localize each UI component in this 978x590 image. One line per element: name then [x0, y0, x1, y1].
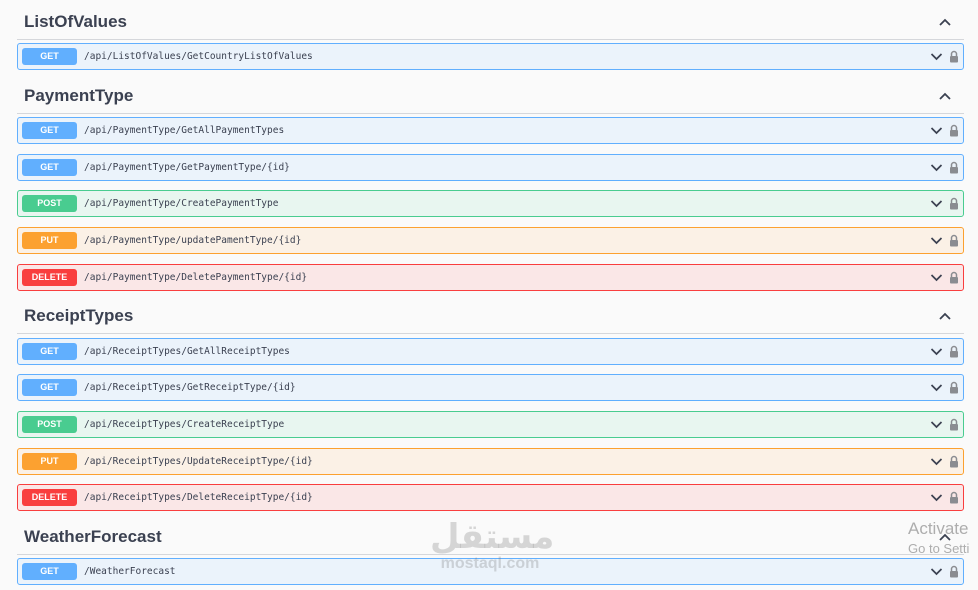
operation-create-receipt-type[interactable]: POST /api/ReceiptTypes/CreateReceiptType: [17, 411, 964, 438]
chevron-down-icon[interactable]: [930, 457, 943, 466]
section-header-paymenttype[interactable]: PaymentType: [17, 78, 964, 114]
operation-icons: [930, 381, 959, 394]
chevron-up-icon[interactable]: [938, 311, 952, 321]
chevron-down-icon[interactable]: [930, 567, 943, 576]
operation-delete-receipt-type[interactable]: DELETE /api/ReceiptTypes/DeleteReceiptTy…: [17, 484, 964, 511]
operation-icons: [930, 491, 959, 504]
operation-icons: [930, 234, 959, 247]
operation-get-all-receipt-types[interactable]: GET /api/ReceiptTypes/GetAllReceiptTypes: [17, 338, 964, 365]
chevron-down-icon[interactable]: [930, 420, 943, 429]
chevron-down-icon[interactable]: [930, 163, 943, 172]
chevron-up-icon[interactable]: [938, 17, 952, 27]
chevron-down-icon[interactable]: [930, 52, 943, 61]
operation-path: /api/ReceiptTypes/GetReceiptType/{id}: [84, 382, 296, 393]
method-badge: POST: [22, 416, 77, 433]
operation-path: /api/PaymentType/DeletePaymentType/{id}: [84, 272, 308, 283]
lock-icon[interactable]: [949, 491, 959, 504]
operation-get-all-payment-types[interactable]: GET /api/PaymentType/GetAllPaymentTypes: [17, 117, 964, 144]
section-title: WeatherForecast: [24, 526, 162, 546]
method-badge: GET: [22, 48, 77, 65]
chevron-down-icon[interactable]: [930, 273, 943, 282]
operation-get-weather-forecast[interactable]: GET /WeatherForecast: [17, 558, 964, 585]
chevron-down-icon[interactable]: [930, 126, 943, 135]
operation-path: /api/ReceiptTypes/DeleteReceiptType/{id}: [84, 492, 313, 503]
method-badge: DELETE: [22, 269, 77, 286]
operation-path: /WeatherForecast: [84, 566, 176, 577]
operation-path: /api/PaymentType/GetPaymentType/{id}: [84, 162, 290, 173]
method-badge: POST: [22, 195, 77, 212]
operation-create-payment-type[interactable]: POST /api/PaymentType/CreatePaymentType: [17, 190, 964, 217]
chevron-down-icon[interactable]: [930, 383, 943, 392]
lock-icon[interactable]: [949, 161, 959, 174]
operation-path: /api/ReceiptTypes/CreateReceiptType: [84, 419, 285, 430]
operation-update-payment-type[interactable]: PUT /api/PaymentType/updatePamentType/{i…: [17, 227, 964, 254]
section-title: ReceiptTypes: [24, 305, 134, 325]
lock-icon[interactable]: [949, 197, 959, 210]
method-badge: GET: [22, 563, 77, 580]
operation-icons: [930, 50, 959, 63]
lock-icon[interactable]: [949, 381, 959, 394]
method-badge: PUT: [22, 232, 77, 249]
chevron-down-icon[interactable]: [930, 199, 943, 208]
operation-path: /api/ListOfValues/GetCountryListOfValues: [84, 51, 313, 62]
operation-icons: [930, 345, 959, 358]
operation-path: /api/ReceiptTypes/UpdateReceiptType/{id}: [84, 456, 313, 467]
lock-icon[interactable]: [949, 271, 959, 284]
section-paymenttype: PaymentType GET /api/PaymentType/GetAllP…: [17, 78, 964, 291]
section-header-weatherforecast[interactable]: WeatherForecast: [17, 519, 964, 555]
operation-icons: [930, 197, 959, 210]
operation-icons: [930, 124, 959, 137]
operation-icons: [930, 418, 959, 431]
method-badge: GET: [22, 379, 77, 396]
lock-icon[interactable]: [949, 50, 959, 63]
chevron-up-icon[interactable]: [938, 532, 952, 542]
operation-get-payment-type[interactable]: GET /api/PaymentType/GetPaymentType/{id}: [17, 154, 964, 181]
lock-icon[interactable]: [949, 418, 959, 431]
operation-delete-payment-type[interactable]: DELETE /api/PaymentType/DeletePaymentTyp…: [17, 264, 964, 291]
operation-get-country-list[interactable]: GET /api/ListOfValues/GetCountryListOfVa…: [17, 43, 964, 70]
chevron-up-icon[interactable]: [938, 91, 952, 101]
operation-icons: [930, 271, 959, 284]
section-title: ListOfValues: [24, 11, 127, 31]
operation-path: /api/PaymentType/GetAllPaymentTypes: [84, 125, 285, 136]
operation-update-receipt-type[interactable]: PUT /api/ReceiptTypes/UpdateReceiptType/…: [17, 448, 964, 475]
section-title: PaymentType: [24, 85, 134, 105]
section-receipttypes: ReceiptTypes GET /api/ReceiptTypes/GetAl…: [17, 298, 964, 511]
lock-icon[interactable]: [949, 234, 959, 247]
lock-icon[interactable]: [949, 124, 959, 137]
operation-icons: [930, 565, 959, 578]
operation-icons: [930, 161, 959, 174]
method-badge: GET: [22, 159, 77, 176]
chevron-down-icon[interactable]: [930, 236, 943, 245]
section-listofvalues: ListOfValues GET /api/ListOfValues/GetCo…: [17, 4, 964, 70]
lock-icon[interactable]: [949, 345, 959, 358]
operation-get-receipt-type[interactable]: GET /api/ReceiptTypes/GetReceiptType/{id…: [17, 374, 964, 401]
lock-icon[interactable]: [949, 455, 959, 468]
chevron-down-icon[interactable]: [930, 493, 943, 502]
operation-path: /api/PaymentType/CreatePaymentType: [84, 198, 279, 209]
operation-path: /api/ReceiptTypes/GetAllReceiptTypes: [84, 346, 290, 357]
lock-icon[interactable]: [949, 565, 959, 578]
operation-path: /api/PaymentType/updatePamentType/{id}: [84, 235, 302, 246]
section-header-listofvalues[interactable]: ListOfValues: [17, 4, 964, 40]
operation-icons: [930, 455, 959, 468]
section-weatherforecast: WeatherForecast GET /WeatherForecast: [17, 519, 964, 585]
method-badge: GET: [22, 343, 77, 360]
chevron-down-icon[interactable]: [930, 347, 943, 356]
section-header-receipttypes[interactable]: ReceiptTypes: [17, 298, 964, 334]
method-badge: PUT: [22, 453, 77, 470]
method-badge: GET: [22, 122, 77, 139]
method-badge: DELETE: [22, 489, 77, 506]
